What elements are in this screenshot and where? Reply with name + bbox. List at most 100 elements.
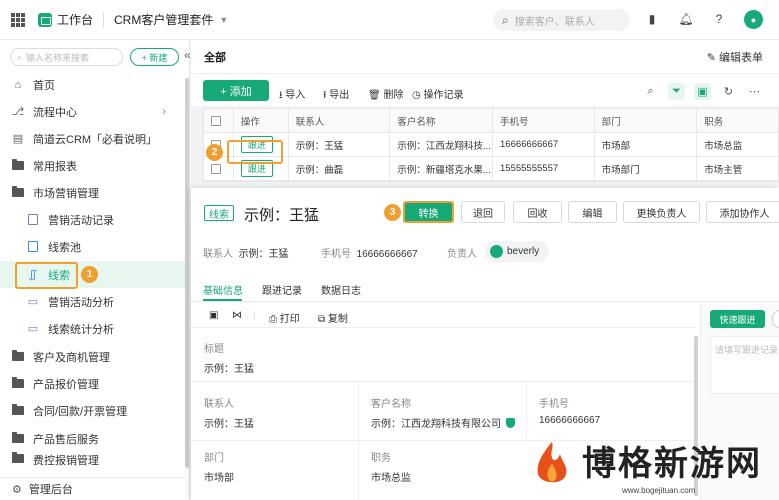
global-search-input[interactable]: ⌕ 搜索客户、联系人 xyxy=(493,9,630,31)
chevron-down-icon[interactable]: ▼ xyxy=(219,15,228,25)
edit-button[interactable]: 编辑 xyxy=(568,201,617,223)
meta-label: 手机号 xyxy=(321,249,351,260)
meta-value: 示例：王猛 xyxy=(238,249,289,260)
bell-icon[interactable]: 🔔︎ xyxy=(678,11,694,27)
tab-basic-info[interactable]: 基础信息 xyxy=(203,282,243,297)
highlight-box xyxy=(15,262,78,289)
new-button[interactable]: + 新建 xyxy=(130,48,179,66)
quick-follow-button[interactable]: 快速跟进 xyxy=(710,310,765,328)
sidebar-item-lead-pool[interactable]: 线索池 xyxy=(0,233,186,260)
toolbar: + 添加 ⭳ 导入 ⭱ 导出 🗑︎ 删除 ◷ 操作记录 ⌕ ⏷ ▣ ↻ ⋯ xyxy=(191,74,779,106)
log-button[interactable]: ◷ 操作记录 xyxy=(412,86,464,101)
share-icon[interactable]: ⋈ xyxy=(232,310,242,321)
step-badge: 2 xyxy=(206,144,223,161)
image-icon[interactable]: ▣ xyxy=(209,310,218,321)
sidebar-item-campaign-records[interactable]: 营销活动记录 xyxy=(0,206,186,233)
sidebar-item-flow[interactable]: ⎇ 流程中心 › xyxy=(0,98,186,125)
recycle-button[interactable]: 回收 xyxy=(513,201,562,223)
sidebar-item-label: 线索池 xyxy=(48,241,81,254)
sidebar-item-lead-stats[interactable]: ▭ 线索统计分析 xyxy=(0,315,186,342)
sidebar-item-label: 简道云CRM「必看说明」 xyxy=(33,133,158,146)
main-header: 全部 ✎ 编辑表单 xyxy=(191,40,779,74)
folder-icon xyxy=(12,159,24,172)
more-icon[interactable]: ⋯ xyxy=(746,83,763,100)
field-label: 手机号 xyxy=(539,399,569,410)
gear-icon: ⚙ xyxy=(12,483,22,496)
chart-icon: ▭ xyxy=(27,296,39,308)
print-button[interactable]: ⎙ 打印 xyxy=(269,310,300,325)
table-row[interactable]: 跟进 示例：王猛 示例：江西龙翔科技... 16666666667 市场部 市场… xyxy=(204,132,778,157)
collapse-icon[interactable]: « xyxy=(184,48,191,62)
print-label: 打印 xyxy=(279,314,300,325)
meta-contact: 联系人 示例：王猛 xyxy=(203,245,289,260)
sidebar-item-home[interactable]: ⌂ 首页 xyxy=(0,71,186,98)
chart-icon: ▭ xyxy=(27,323,39,335)
delete-button[interactable]: 🗑︎ 删除 xyxy=(368,86,403,101)
step-badge: 3 xyxy=(384,204,401,221)
detail-title: 示例：王猛 xyxy=(244,207,320,224)
refresh-icon[interactable]: ↻ xyxy=(720,83,737,100)
import-button[interactable]: ⭳ 导入 xyxy=(279,86,305,105)
meta-label: 联系人 xyxy=(203,249,233,260)
sidebar-scrollbar[interactable] xyxy=(185,78,189,468)
toggle[interactable] xyxy=(772,310,779,328)
add-button[interactable]: + 添加 xyxy=(203,80,269,101)
avatar[interactable]: ● xyxy=(744,10,763,29)
sidebar-item-quotes[interactable]: 产品报价管理 xyxy=(0,370,186,397)
sidebar-item-crm-guide[interactable]: ▤ 简道云CRM「必看说明」 xyxy=(0,125,186,152)
sidebar-item-label: 产品售后服务 xyxy=(33,433,99,446)
filter-icon[interactable]: ⏷ xyxy=(668,83,685,100)
table-cell: 市场主管 xyxy=(704,164,743,176)
delete-label: 删除 xyxy=(383,90,404,101)
select-all-cell[interactable] xyxy=(204,108,234,133)
edit-form-button[interactable]: ✎ 编辑表单 xyxy=(707,49,763,65)
folder-icon xyxy=(12,452,24,464)
sidebar-item-customers[interactable]: 客户及商机管理 xyxy=(0,343,186,370)
workbench-link[interactable]: 工作台 xyxy=(57,11,93,28)
column-header[interactable]: 操作 xyxy=(234,108,289,133)
data-table: 操作 联系人 客户名称 手机号 部门 职务 跟进 示例：王猛 示例：江西龙翔科技… xyxy=(203,108,779,182)
follow-note-input[interactable]: 请填写跟进记录 xyxy=(710,336,779,394)
tablet-icon[interactable]: ▮ xyxy=(644,11,660,27)
form-icon xyxy=(27,241,39,253)
detail-subbar: ▣ ⋈ | ⎙ 打印 ⧉ 复制 xyxy=(191,304,696,328)
field-label: 联系人 xyxy=(204,399,234,410)
view-icon[interactable]: ▣ xyxy=(694,83,711,100)
export-button[interactable]: ⭱ 导出 xyxy=(323,86,349,105)
owner-chip[interactable]: beverly xyxy=(485,241,550,262)
select-all-checkbox[interactable] xyxy=(211,115,221,126)
search-placeholder: 搜索客户、联系人 xyxy=(514,16,595,28)
table-row[interactable]: 跟进 示例：曲磊 示例：新疆塔克水果... 15555555557 市场部门 市… xyxy=(204,156,778,181)
row-checkbox[interactable] xyxy=(211,163,221,174)
column-header[interactable]: 手机号 xyxy=(493,108,595,133)
admin-link[interactable]: ⚙ 管理后台 xyxy=(0,477,186,500)
table-cell: 市场总监 xyxy=(704,140,743,152)
tab-data-log[interactable]: 数据日志 xyxy=(321,282,361,297)
edit-form-label: 编辑表单 xyxy=(719,51,763,64)
sidebar-item-label: 合同/回款/开票管理 xyxy=(33,405,128,418)
sidebar-item-contracts[interactable]: 合同/回款/开票管理 xyxy=(0,397,186,424)
app-title[interactable]: CRM客户管理套件 xyxy=(114,11,213,28)
sidebar-search-input[interactable]: ⌕ 输入名称来搜索 xyxy=(10,48,123,66)
sidebar-search-placeholder: 输入名称来搜索 xyxy=(26,52,90,63)
sidebar-item-marketing[interactable]: 市场营销管理 xyxy=(0,179,186,206)
sidebar-item-campaign-analysis[interactable]: ▭ 营销活动分析 xyxy=(0,288,186,315)
copy-button[interactable]: ⧉ 复制 xyxy=(318,310,348,325)
sidebar-item-expenses[interactable]: 费控报销管理 xyxy=(0,452,186,466)
grid-icon[interactable] xyxy=(11,12,25,27)
add-collaborator-button[interactable]: 添加协作人 xyxy=(706,201,779,223)
sidebar-item-reports[interactable]: 常用报表 xyxy=(0,152,186,179)
column-header[interactable]: 联系人 xyxy=(289,108,391,133)
tab-follow-records[interactable]: 跟进记录 xyxy=(262,282,302,297)
change-owner-button[interactable]: 更换负责人 xyxy=(623,201,700,223)
help-icon[interactable]: ? xyxy=(711,11,727,27)
return-button[interactable]: 退回 xyxy=(461,201,505,223)
table-cell: 市场部门 xyxy=(595,156,698,181)
column-header[interactable]: 职务 xyxy=(697,109,778,133)
column-header[interactable]: 部门 xyxy=(595,108,698,133)
convert-button[interactable]: 转换 xyxy=(403,201,454,223)
search-icon[interactable]: ⌕ xyxy=(642,83,659,100)
column-header[interactable]: 客户名称 xyxy=(390,108,494,133)
sidebar-item-after-sales[interactable]: 产品售后服务 xyxy=(0,425,186,452)
field-label: 标题 xyxy=(204,344,224,355)
